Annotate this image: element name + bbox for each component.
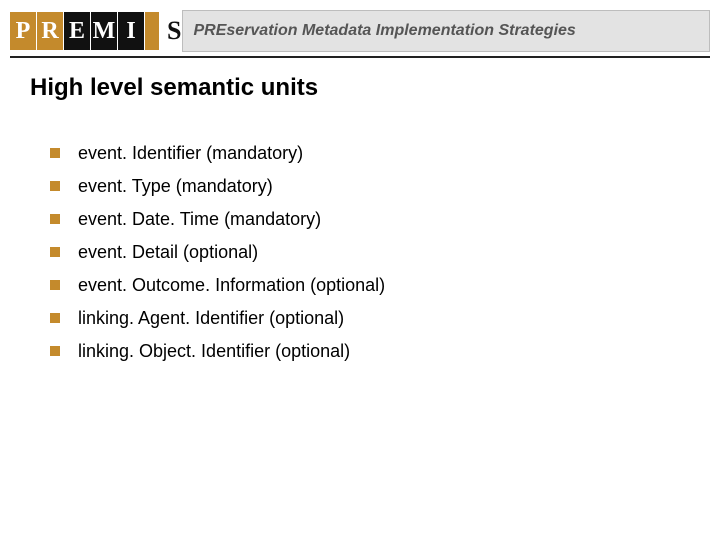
item-text: event. Outcome. Information (optional): [78, 272, 385, 299]
tag-m: M: [302, 22, 315, 39]
bullet-icon: [50, 280, 60, 290]
item-text: event. Detail (optional): [78, 239, 258, 266]
bullet-icon: [50, 346, 60, 356]
header: P R E M I S PREservation Metadata Implem…: [10, 10, 710, 52]
item-text: linking. Object. Identifier (optional): [78, 338, 350, 365]
logo-bar: [145, 12, 159, 50]
logo-letters: P R E M I S: [10, 12, 182, 50]
logo-letter-p: P: [10, 12, 36, 50]
list-item: event. Detail (optional): [50, 239, 680, 266]
bullet-icon: [50, 148, 60, 158]
list-item: event. Date. Time (mandatory): [50, 206, 680, 233]
list-item: linking. Object. Identifier (optional): [50, 338, 680, 365]
list-item: event. Type (mandatory): [50, 173, 680, 200]
bullet-list: event. Identifier (mandatory) event. Typ…: [50, 140, 680, 365]
bullet-icon: [50, 313, 60, 323]
bullet-icon: [50, 181, 60, 191]
item-text: event. Identifier (mandatory): [78, 140, 303, 167]
list-item: linking. Agent. Identifier (optional): [50, 305, 680, 332]
tag-rest4: trategies: [509, 22, 576, 39]
item-text: linking. Agent. Identifier (optional): [78, 305, 344, 332]
logo-letter-i: I: [118, 12, 144, 50]
tag-s: S: [498, 22, 509, 39]
list-item: event. Identifier (mandatory): [50, 140, 680, 167]
tag-rest3: mplementation: [380, 22, 498, 39]
content: event. Identifier (mandatory) event. Typ…: [50, 140, 680, 371]
slide: P R E M I S PREservation Metadata Implem…: [0, 0, 720, 540]
tagline-box: PREservation Metadata Implementation Str…: [182, 10, 710, 52]
premis-logo: P R E M I S: [10, 10, 182, 52]
logo-letter-m: M: [91, 12, 117, 50]
logo-letter-s: S: [167, 12, 181, 50]
tagline: PREservation Metadata Implementation Str…: [193, 22, 575, 40]
tag-pre: PRE: [193, 22, 226, 39]
logo-letter-r: R: [37, 12, 63, 50]
list-item: event. Outcome. Information (optional): [50, 272, 680, 299]
header-rule: [10, 56, 710, 58]
item-text: event. Date. Time (mandatory): [78, 206, 321, 233]
item-text: event. Type (mandatory): [78, 173, 273, 200]
tag-rest1: servation: [226, 22, 302, 39]
bullet-icon: [50, 214, 60, 224]
tag-rest2: etadata: [315, 22, 375, 39]
logo-letter-e: E: [64, 12, 90, 50]
bullet-icon: [50, 247, 60, 257]
slide-title: High level semantic units: [30, 74, 318, 102]
